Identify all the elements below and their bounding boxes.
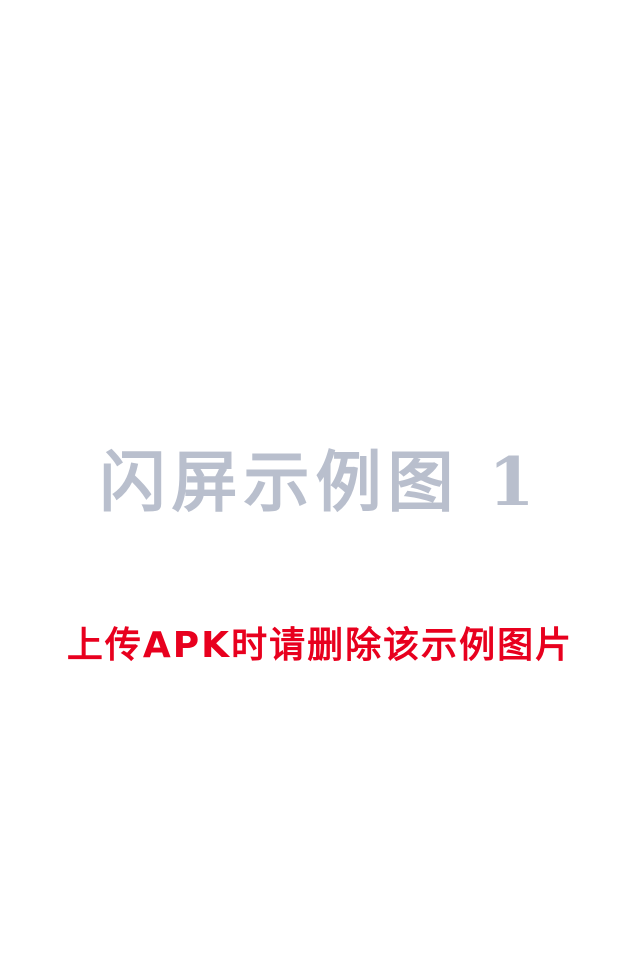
splash-title: 闪屏示例图 1	[99, 443, 541, 521]
splash-screen: 闪屏示例图 1 上传APK时请删除该示例图片	[0, 0, 640, 960]
upload-notice: 上传APK时请删除该示例图片	[66, 625, 574, 666]
